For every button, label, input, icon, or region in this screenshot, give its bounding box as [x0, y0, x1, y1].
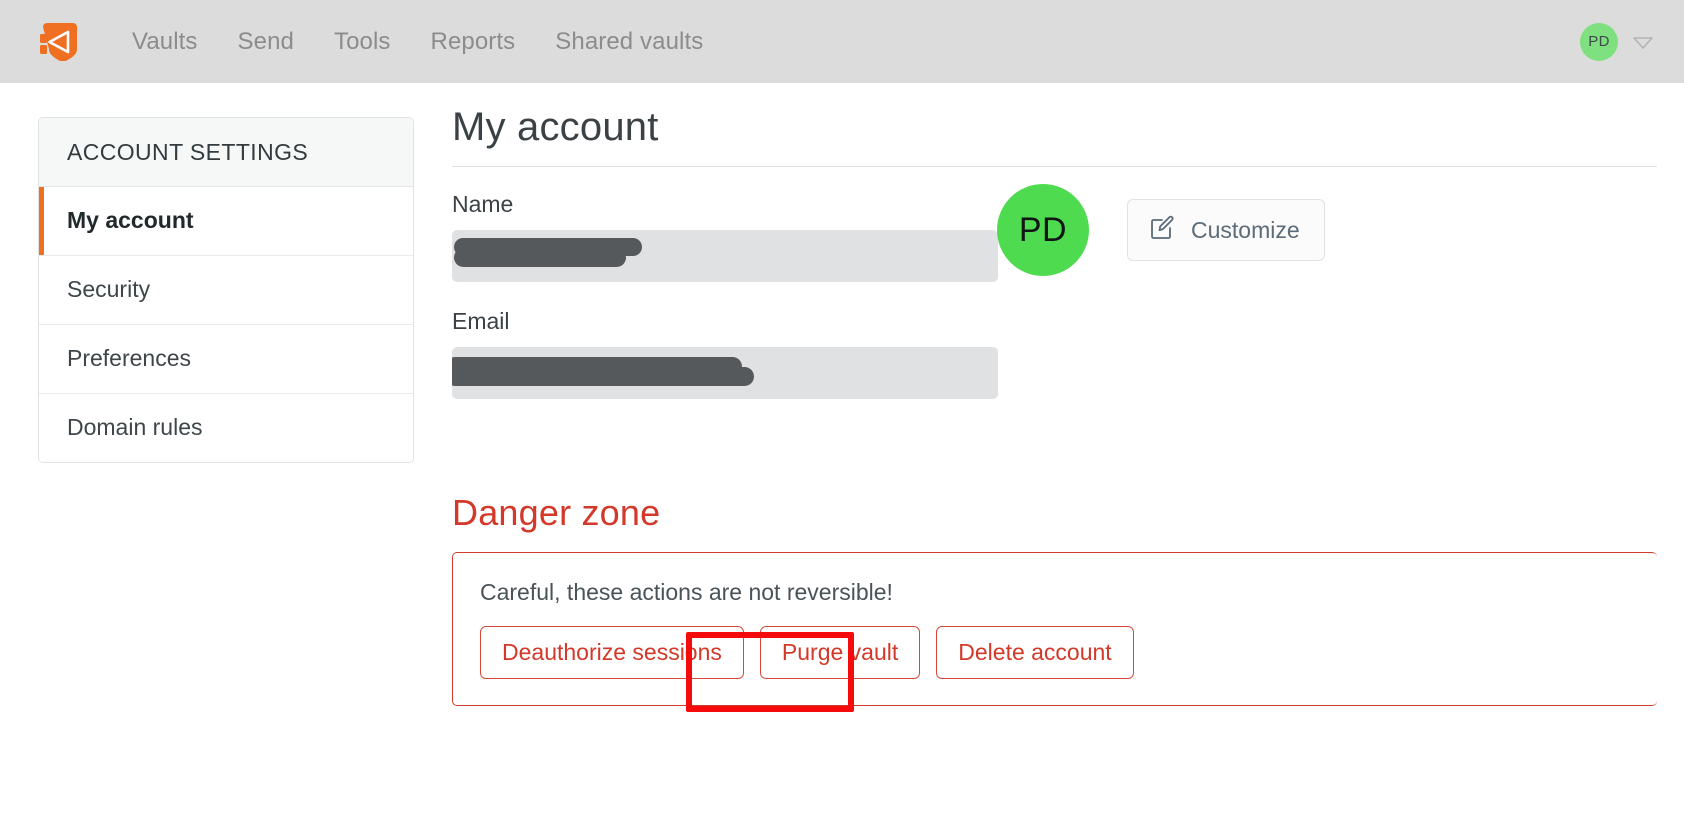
top-navigation-bar: Vaults Send Tools Reports Shared vaults …	[0, 0, 1684, 83]
sidebar-item-preferences[interactable]: Preferences	[39, 325, 413, 394]
nav-item-send[interactable]: Send	[218, 22, 314, 62]
danger-zone-note: Careful, these actions are not reversibl…	[480, 579, 893, 605]
avatar[interactable]: PD	[997, 184, 1089, 276]
sidebar-item-label: Preferences	[67, 345, 192, 371]
redaction-mark	[452, 367, 754, 386]
nav-item-tools[interactable]: Tools	[314, 22, 411, 62]
email-field-label: Email	[452, 308, 510, 334]
danger-zone-actions: Deauthorize sessions Purge vault Delete …	[480, 626, 1657, 679]
chevron-down-icon[interactable]	[1630, 29, 1656, 55]
nav-item-shared-vaults[interactable]: Shared vaults	[535, 22, 723, 62]
sidebar-item-domain-rules[interactable]: Domain rules	[39, 394, 413, 462]
redaction-mark	[454, 238, 642, 256]
customize-button-label: Customize	[1191, 216, 1300, 243]
edit-square-pencil-icon	[1148, 213, 1176, 247]
sidebar-item-my-account[interactable]: My account	[39, 187, 413, 256]
primary-nav-links: Vaults Send Tools Reports Shared vaults	[112, 22, 723, 62]
customize-button[interactable]: Customize	[1127, 199, 1325, 261]
sidebar-item-security[interactable]: Security	[39, 256, 413, 325]
danger-zone-panel: Careful, these actions are not reversibl…	[452, 552, 1657, 706]
account-menu[interactable]: PD	[1580, 0, 1656, 83]
redaction-mark	[452, 357, 742, 376]
page-title: My account	[452, 105, 659, 149]
nav-item-reports[interactable]: Reports	[411, 22, 536, 62]
purge-vault-button[interactable]: Purge vault	[759, 626, 921, 679]
sidebar-header: ACCOUNT SETTINGS	[39, 118, 413, 187]
padloc-logo[interactable]	[38, 20, 82, 64]
account-settings-sidebar: ACCOUNT SETTINGS My account Security Pre…	[38, 117, 414, 463]
danger-zone-section: Danger zone Careful, these actions are n…	[452, 492, 1657, 706]
avatar[interactable]: PD	[1580, 22, 1618, 61]
nav-item-vaults[interactable]: Vaults	[112, 22, 218, 62]
sidebar-item-label: Security	[67, 276, 151, 302]
title-divider	[452, 166, 1657, 167]
profile-avatar-row: PD Customize	[997, 184, 1325, 276]
redaction-mark	[454, 248, 626, 267]
name-input[interactable]	[452, 230, 998, 282]
sidebar-item-label: My account	[67, 207, 194, 233]
sidebar-item-label: Domain rules	[67, 414, 203, 440]
email-input[interactable]	[452, 347, 998, 399]
danger-zone-title: Danger zone	[452, 492, 661, 533]
delete-account-button[interactable]: Delete account	[936, 626, 1134, 679]
deauthorize-sessions-button[interactable]: Deauthorize sessions	[480, 626, 744, 679]
my-account-panel: My account Name Email PD Customize	[452, 104, 1657, 425]
